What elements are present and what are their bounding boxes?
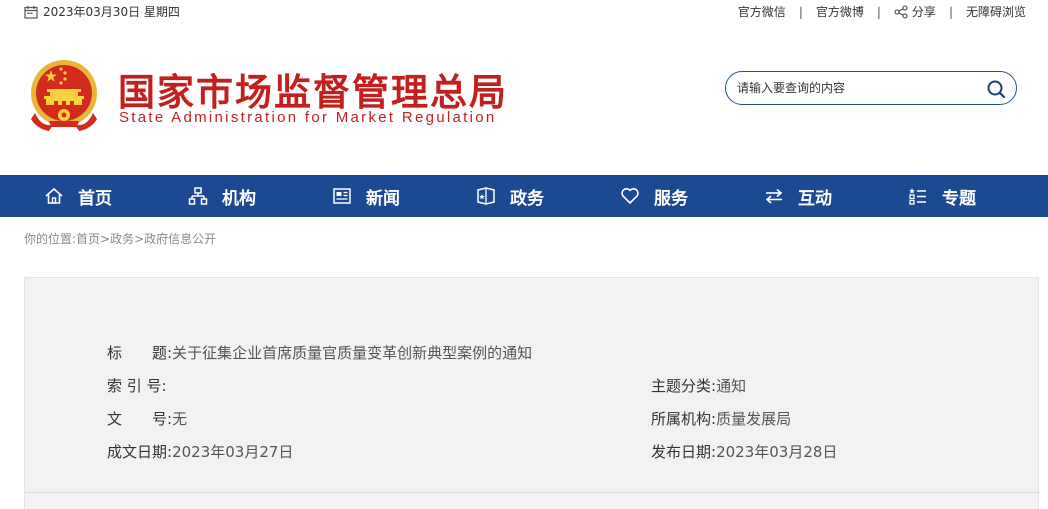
published-date-label: 发布日期: (651, 443, 717, 461)
topic-label: 主题分类: (651, 377, 717, 395)
share-icon (894, 4, 908, 19)
nav-item-topics[interactable]: 专题 (908, 175, 976, 217)
accessibility-link[interactable]: 无障碍浏览 (966, 3, 1026, 20)
nav-label: 服务 (654, 188, 688, 209)
nav-item-interaction[interactable]: 互动 (764, 175, 832, 217)
home-icon (45, 187, 63, 204)
search-input[interactable] (737, 79, 977, 97)
title-label: 标 题: (107, 344, 173, 362)
index-label: 索 引 号: (107, 377, 167, 395)
doc-number-value: 无 (172, 410, 188, 428)
current-date: 2023年03月30日 星期四 (43, 5, 180, 19)
index-row: 索 引 号: (107, 375, 167, 396)
created-date-row: 成文日期:2023年03月27日 (107, 441, 293, 462)
date-display: 2023年03月30日 星期四 (24, 3, 180, 20)
organization-row: 所属机构:质量发展局 (651, 408, 791, 429)
national-emblem-logo[interactable] (27, 57, 101, 133)
published-date-row: 发布日期:2023年03月28日 (651, 441, 837, 462)
heart-icon (621, 188, 639, 204)
title-value: 关于征集企业首席质量官质量变革创新典型案例的通知 (172, 344, 533, 362)
created-date-value: 2023年03月27日 (172, 443, 294, 461)
nav-label: 首页 (78, 188, 112, 209)
exchange-arrows-icon (765, 188, 783, 204)
nav-item-organization[interactable]: 机构 (188, 175, 256, 217)
organization-label: 所属机构: (651, 410, 717, 428)
site-title[interactable]: 国家市场监督管理总局 (118, 62, 508, 116)
breadcrumb[interactable]: 你的位置:首页>政务>政府信息公开 (24, 230, 216, 247)
document-info-panel: 标 题:关于征集企业首席质量官质量变革创新典型案例的通知 索 引 号: 主题分类… (24, 277, 1040, 509)
published-date-value: 2023年03月28日 (716, 443, 838, 461)
top-links: 官方微信 | 官方微博 | 分享 | 无障碍浏览 (738, 3, 1026, 20)
nav-item-news[interactable]: 新闻 (332, 175, 400, 217)
official-weibo-link[interactable]: 官方微博 (816, 3, 864, 20)
doc-number-label: 文 号: (107, 410, 173, 428)
nav-label: 机构 (222, 188, 256, 209)
separator: | (798, 4, 803, 19)
org-chart-icon (188, 187, 208, 205)
search-box (725, 71, 1017, 105)
main-nav: 首页 机构 新闻 政务 服务 互动 专题 (0, 175, 1048, 217)
nav-item-home[interactable]: 首页 (44, 175, 112, 217)
newspaper-icon (333, 188, 351, 204)
panel-divider (25, 492, 1040, 493)
search-icon[interactable] (986, 79, 1006, 99)
title-row: 标 题:关于征集企业首席质量官质量变革创新典型案例的通知 (107, 342, 532, 363)
calendar-icon (24, 5, 38, 19)
nav-label: 新闻 (366, 188, 400, 209)
site-subtitle: State Administration for Market Regulati… (119, 109, 497, 126)
nav-label: 专题 (942, 188, 976, 209)
topic-list-icon (909, 188, 926, 205)
nav-item-government-affairs[interactable]: 政务 (476, 175, 544, 217)
share-label: 分享 (911, 5, 936, 19)
nav-item-services[interactable]: 服务 (620, 175, 688, 217)
topic-row: 主题分类:通知 (651, 375, 746, 396)
topic-value: 通知 (716, 377, 747, 395)
share-link[interactable]: 分享 (894, 3, 936, 20)
nav-label: 互动 (798, 188, 832, 209)
official-wechat-link[interactable]: 官方微信 (738, 3, 786, 20)
doc-number-row: 文 号:无 (107, 408, 187, 429)
separator: | (876, 4, 881, 19)
top-bar: 2023年03月30日 星期四 官方微信 | 官方微博 | 分享 | 无障碍浏览 (0, 0, 1048, 24)
government-icon (477, 187, 495, 205)
site-header: 国家市场监督管理总局 State Administration for Mark… (0, 24, 1048, 175)
organization-value: 质量发展局 (716, 410, 792, 428)
nav-label: 政务 (510, 188, 544, 209)
separator: | (948, 4, 953, 19)
created-date-label: 成文日期: (107, 443, 173, 461)
